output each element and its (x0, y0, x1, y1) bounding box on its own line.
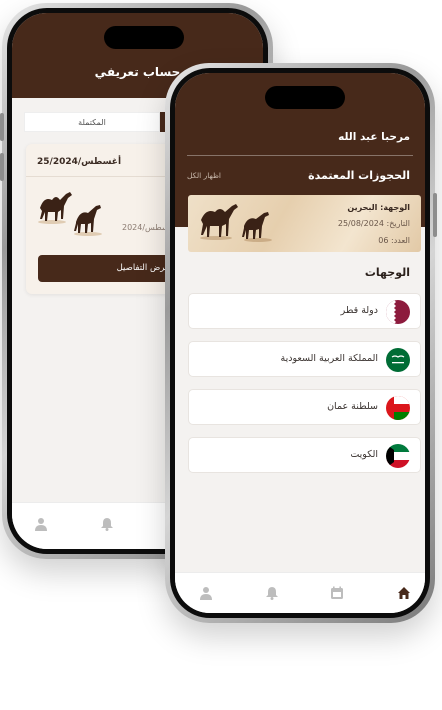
show-all-link[interactable]: اظهار الكل (187, 171, 221, 180)
camels-illustration (38, 192, 102, 236)
reservation-count: العدد: 06 (378, 236, 410, 245)
camels-illustration (200, 204, 272, 242)
qatar-flag-icon (386, 300, 410, 324)
bottom-nav (175, 572, 425, 613)
profile-icon[interactable] (199, 586, 213, 600)
divider (187, 155, 413, 156)
bell-icon[interactable] (265, 586, 279, 600)
bell-icon[interactable] (100, 517, 114, 531)
reservation-destination: الوجهة: البحرين (347, 203, 410, 212)
reservation-card[interactable]: الوجهة: البحرين التاريخ: 25/08/2024 العد… (188, 195, 421, 252)
destination-label: دولة قطر (340, 305, 378, 316)
volume-button (0, 153, 4, 181)
volume-button (0, 113, 4, 141)
greeting-text: مرحبا عبد الله (338, 131, 410, 143)
destinations-title: الوجهات (364, 266, 410, 279)
profile-icon[interactable] (34, 517, 48, 531)
home-icon[interactable] (397, 586, 411, 600)
calendar-icon[interactable] (330, 586, 344, 600)
destination-label: المملكة العربية السعودية (280, 353, 378, 364)
booking-date: 25/أغسطس/2024 (37, 157, 122, 167)
oman-flag-icon (386, 396, 410, 420)
booking-date-secondary: سطس/2024 (122, 223, 169, 232)
kuwait-flag-icon (386, 444, 410, 468)
power-button (433, 193, 437, 237)
dynamic-island (265, 86, 345, 109)
tab-completed[interactable]: المكتملة (24, 112, 160, 132)
destination-item-saudi[interactable]: المملكة العربية السعودية (188, 341, 421, 377)
dynamic-island (104, 26, 184, 49)
destination-item-qatar[interactable]: دولة قطر (188, 293, 421, 329)
destination-label: الكويت (350, 449, 378, 460)
reservations-title: الحجوزات المعتمدة (308, 169, 410, 182)
destination-item-oman[interactable]: سلطنة عمان (188, 389, 421, 425)
destination-label: سلطنة عمان (327, 401, 378, 412)
saudi-flag-icon (386, 348, 410, 372)
destination-item-kuwait[interactable]: الكويت (188, 437, 421, 473)
front-screen: مرحبا عبد الله الحجوزات المعتمدة اظهار ا… (175, 73, 425, 613)
front-phone-mockup: مرحبا عبد الله الحجوزات المعتمدة اظهار ا… (165, 63, 437, 623)
reservation-date: التاريخ: 25/08/2024 (337, 219, 410, 228)
